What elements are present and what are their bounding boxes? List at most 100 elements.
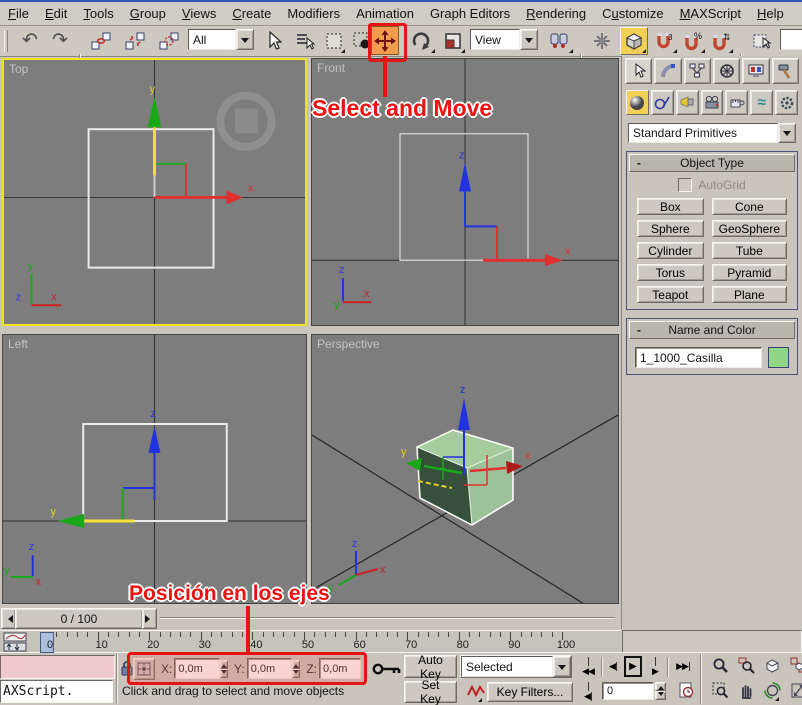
redo-button[interactable]: ↷ xyxy=(46,27,74,54)
x-spinner[interactable] xyxy=(220,660,228,677)
play-button[interactable]: ▶ xyxy=(624,656,642,677)
set-key-button[interactable]: Set Key xyxy=(404,681,457,703)
select-by-name-button[interactable] xyxy=(292,27,318,54)
zoom-extents-button[interactable] xyxy=(758,656,780,677)
object-type-header[interactable]: - Object Type xyxy=(629,154,795,172)
time-slider-handle[interactable]: 0 / 100 xyxy=(15,608,143,629)
toolbar-grip[interactable] xyxy=(2,27,10,54)
object-button-pyramid[interactable]: Pyramid xyxy=(712,264,787,281)
key-filters-button[interactable]: Key Filters... xyxy=(487,682,573,702)
category-shapes[interactable] xyxy=(651,90,674,115)
reference-coordsys-dropdown[interactable]: View xyxy=(470,29,538,50)
key-mode-toggle[interactable]: |◀| xyxy=(578,683,598,701)
category-geometry[interactable] xyxy=(626,90,649,115)
zoom-all-button[interactable] xyxy=(732,656,754,677)
object-button-sphere[interactable]: Sphere xyxy=(637,220,704,237)
menu-animation[interactable]: Animation xyxy=(348,4,422,23)
tab-hierarchy[interactable] xyxy=(684,58,711,84)
category-cameras[interactable] xyxy=(701,90,724,115)
tab-motion[interactable] xyxy=(713,58,740,84)
zoom-extents-all-button[interactable] xyxy=(784,656,802,677)
object-button-cone[interactable]: Cone xyxy=(712,198,787,215)
bind-to-space-warp-button[interactable] xyxy=(154,27,184,54)
z-position-field[interactable]: 0,0m xyxy=(319,658,361,679)
edit-named-selections-button[interactable] xyxy=(748,27,776,54)
zoom-button[interactable] xyxy=(706,656,728,677)
primitives-dropdown-arrow[interactable] xyxy=(778,123,796,143)
menu-rendering[interactable]: Rendering xyxy=(518,4,594,23)
viewport-left[interactable]: Left y z z y x xyxy=(2,334,307,604)
menu-help[interactable]: Help xyxy=(749,4,792,23)
category-spacewarps[interactable]: ≈ xyxy=(750,90,773,115)
tab-utilities[interactable] xyxy=(772,58,799,84)
time-slider-next-button[interactable] xyxy=(142,608,157,629)
menu-views[interactable]: Views xyxy=(174,4,224,23)
angle-snap-toggle-button[interactable]: 3 xyxy=(652,27,678,54)
menu-customize[interactable]: Customize xyxy=(594,4,671,23)
tab-modify[interactable] xyxy=(654,58,681,84)
percent-snap-toggle-button[interactable]: % xyxy=(680,27,706,54)
select-and-manipulate-button[interactable] xyxy=(588,27,616,54)
viewport-top[interactable]: Top y x y xyxy=(2,58,307,326)
object-button-box[interactable]: Box xyxy=(637,198,704,215)
min-max-toggle-button[interactable] xyxy=(784,681,802,702)
time-slider-track[interactable] xyxy=(160,617,615,619)
tab-create[interactable] xyxy=(625,58,652,84)
object-button-tube[interactable]: Tube xyxy=(712,242,787,259)
y-spinner[interactable] xyxy=(292,660,300,677)
auto-key-button[interactable]: Auto Key xyxy=(404,655,457,678)
primitives-dropdown[interactable]: Standard Primitives xyxy=(628,123,796,143)
object-button-torus[interactable]: Torus xyxy=(637,264,704,281)
pan-view-button[interactable] xyxy=(732,681,754,702)
selection-filter-dropdown[interactable]: All xyxy=(188,29,254,50)
y-position-field[interactable]: 0,0m xyxy=(247,658,292,679)
select-and-link-button[interactable] xyxy=(86,27,116,54)
rectangular-selection-region-button[interactable] xyxy=(322,27,346,54)
object-name-field[interactable]: 1_1000_Casilla xyxy=(635,347,762,368)
maxscript-listener[interactable]: AXScript. xyxy=(0,680,113,703)
menu-graph-editors[interactable]: Graph Editors xyxy=(422,4,518,23)
object-button-teapot[interactable]: Teapot xyxy=(637,286,704,303)
select-and-rotate-button[interactable] xyxy=(406,27,436,54)
region-zoom-button[interactable] xyxy=(706,681,728,702)
menu-group[interactable]: Group xyxy=(122,4,174,23)
x-position-field[interactable]: 0,0m xyxy=(174,658,219,679)
autogrid-checkbox[interactable] xyxy=(678,178,692,192)
name-color-header[interactable]: - Name and Color xyxy=(629,321,795,339)
spinner-snap-toggle-button[interactable]: ⇅ xyxy=(708,27,734,54)
snap-toggle-button[interactable] xyxy=(620,27,648,55)
reference-coordsys-arrow[interactable] xyxy=(520,29,538,50)
category-helpers[interactable] xyxy=(725,90,748,115)
object-button-plane[interactable]: Plane xyxy=(712,286,787,303)
menu-tools[interactable]: Tools xyxy=(75,4,121,23)
undo-button[interactable]: ↶ xyxy=(16,27,44,54)
selection-filter-arrow[interactable] xyxy=(236,29,254,50)
object-button-cylinder[interactable]: Cylinder xyxy=(637,242,704,259)
next-frame-button[interactable]: |▶ xyxy=(646,657,664,677)
current-frame-field[interactable]: 0 xyxy=(602,682,654,700)
menu-modifiers[interactable]: Modifiers xyxy=(279,4,348,23)
menu-edit[interactable]: Edit xyxy=(37,4,75,23)
select-and-scale-button[interactable] xyxy=(440,27,466,54)
menu-maxscript[interactable]: MAXScript xyxy=(672,4,749,23)
macro-recorder-listener[interactable] xyxy=(0,655,115,679)
selection-set-arrow[interactable] xyxy=(553,656,571,677)
menu-create[interactable]: Create xyxy=(224,4,279,23)
category-systems[interactable] xyxy=(775,90,798,115)
unlink-selection-button[interactable] xyxy=(120,27,150,54)
frame-spinner[interactable] xyxy=(655,682,666,699)
time-configuration-button[interactable] xyxy=(672,681,694,702)
time-slider-prev-button[interactable] xyxy=(1,608,16,629)
viewport-perspective[interactable]: Perspective xyxy=(311,334,619,604)
selection-set-dropdown[interactable]: Selected xyxy=(460,655,572,678)
go-to-start-button[interactable]: |◀◀ xyxy=(577,657,599,677)
named-selection-dropdown[interactable] xyxy=(780,29,802,50)
category-lights[interactable] xyxy=(676,90,699,115)
tab-display[interactable] xyxy=(742,58,769,84)
object-color-swatch[interactable] xyxy=(768,347,789,368)
select-object-button[interactable] xyxy=(262,27,286,54)
previous-frame-button[interactable]: ◀| xyxy=(604,657,622,677)
object-button-geosphere[interactable]: GeoSphere xyxy=(712,220,787,237)
absolute-mode-toggle[interactable] xyxy=(133,658,155,680)
arc-rotate-button[interactable] xyxy=(758,681,780,702)
